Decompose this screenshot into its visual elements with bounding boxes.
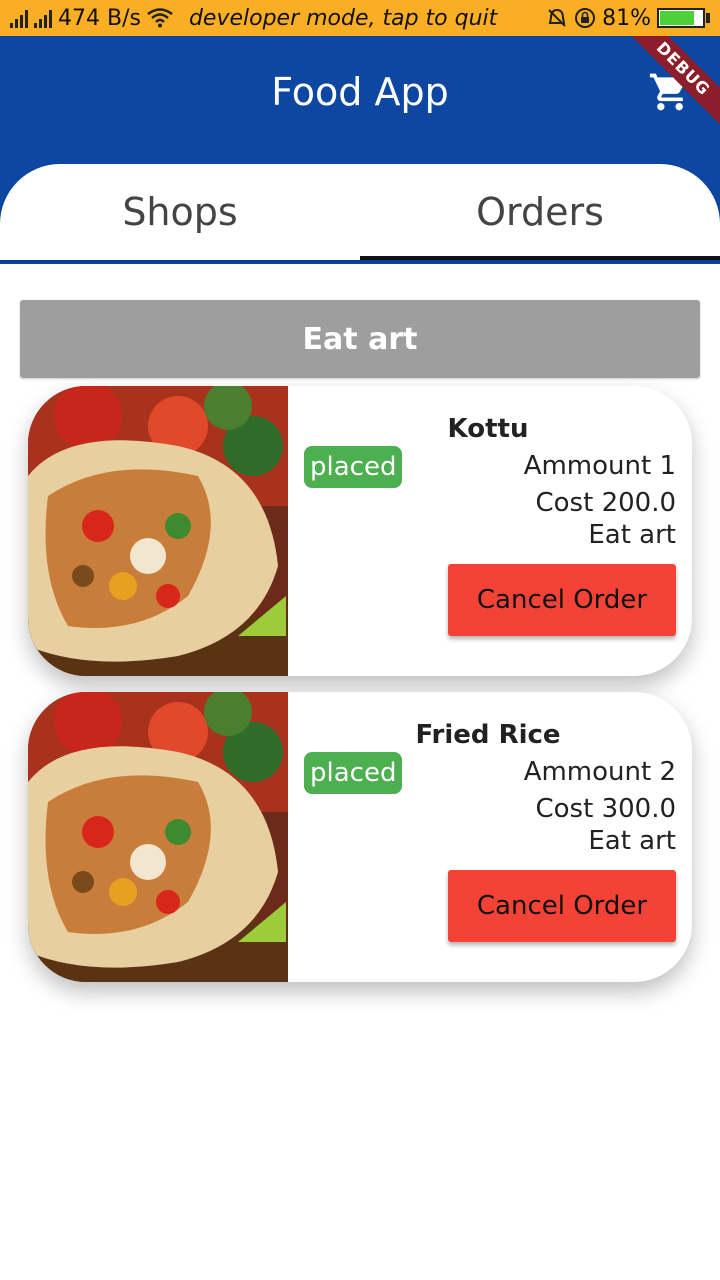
battery-icon	[657, 8, 710, 28]
battery-percent: 81%	[602, 5, 651, 31]
food-image	[28, 386, 288, 676]
signal-icon	[34, 8, 52, 28]
order-shop-name: Eat art	[588, 520, 676, 550]
order-cost: Cost 200.0	[535, 488, 677, 518]
tab-orders[interactable]: Orders	[360, 164, 720, 260]
signal-icon	[10, 8, 28, 28]
order-status-badge: placed	[304, 752, 403, 794]
cancel-order-button[interactable]: Cancel Order	[448, 870, 676, 942]
order-status-badge: placed	[304, 446, 403, 488]
order-shop-name: Eat art	[588, 826, 676, 856]
order-amount: Ammount 2	[523, 757, 676, 787]
order-cost: Cost 300.0	[535, 794, 677, 824]
rotation-lock-icon	[575, 8, 596, 28]
cancel-order-button[interactable]: Cancel Order	[448, 564, 676, 636]
wifi-icon	[147, 8, 173, 28]
tab-shops[interactable]: Shops	[0, 164, 360, 260]
developer-mode-notice[interactable]: developer mode, tap to quit	[189, 6, 497, 31]
status-bar: 474 B/s developer mode, tap to quit 81%	[0, 0, 720, 36]
food-image	[28, 692, 288, 982]
order-card: placed Kottu Ammount 1 Cost 200.0 Eat ar…	[28, 386, 692, 676]
network-speed: 474 B/s	[58, 5, 141, 31]
app-title: Food App	[271, 70, 449, 114]
order-card: placed Fried Rice Ammount 2 Cost 300.0 E…	[28, 692, 692, 982]
shop-header: Eat art	[20, 300, 700, 378]
mute-notification-icon	[548, 8, 566, 27]
order-item-name: Fried Rice	[415, 720, 561, 750]
order-item-name: Kottu	[447, 414, 529, 444]
tab-bar: Shops Orders	[0, 164, 720, 260]
order-amount: Ammount 1	[523, 451, 676, 481]
tab-indicator	[360, 256, 720, 260]
